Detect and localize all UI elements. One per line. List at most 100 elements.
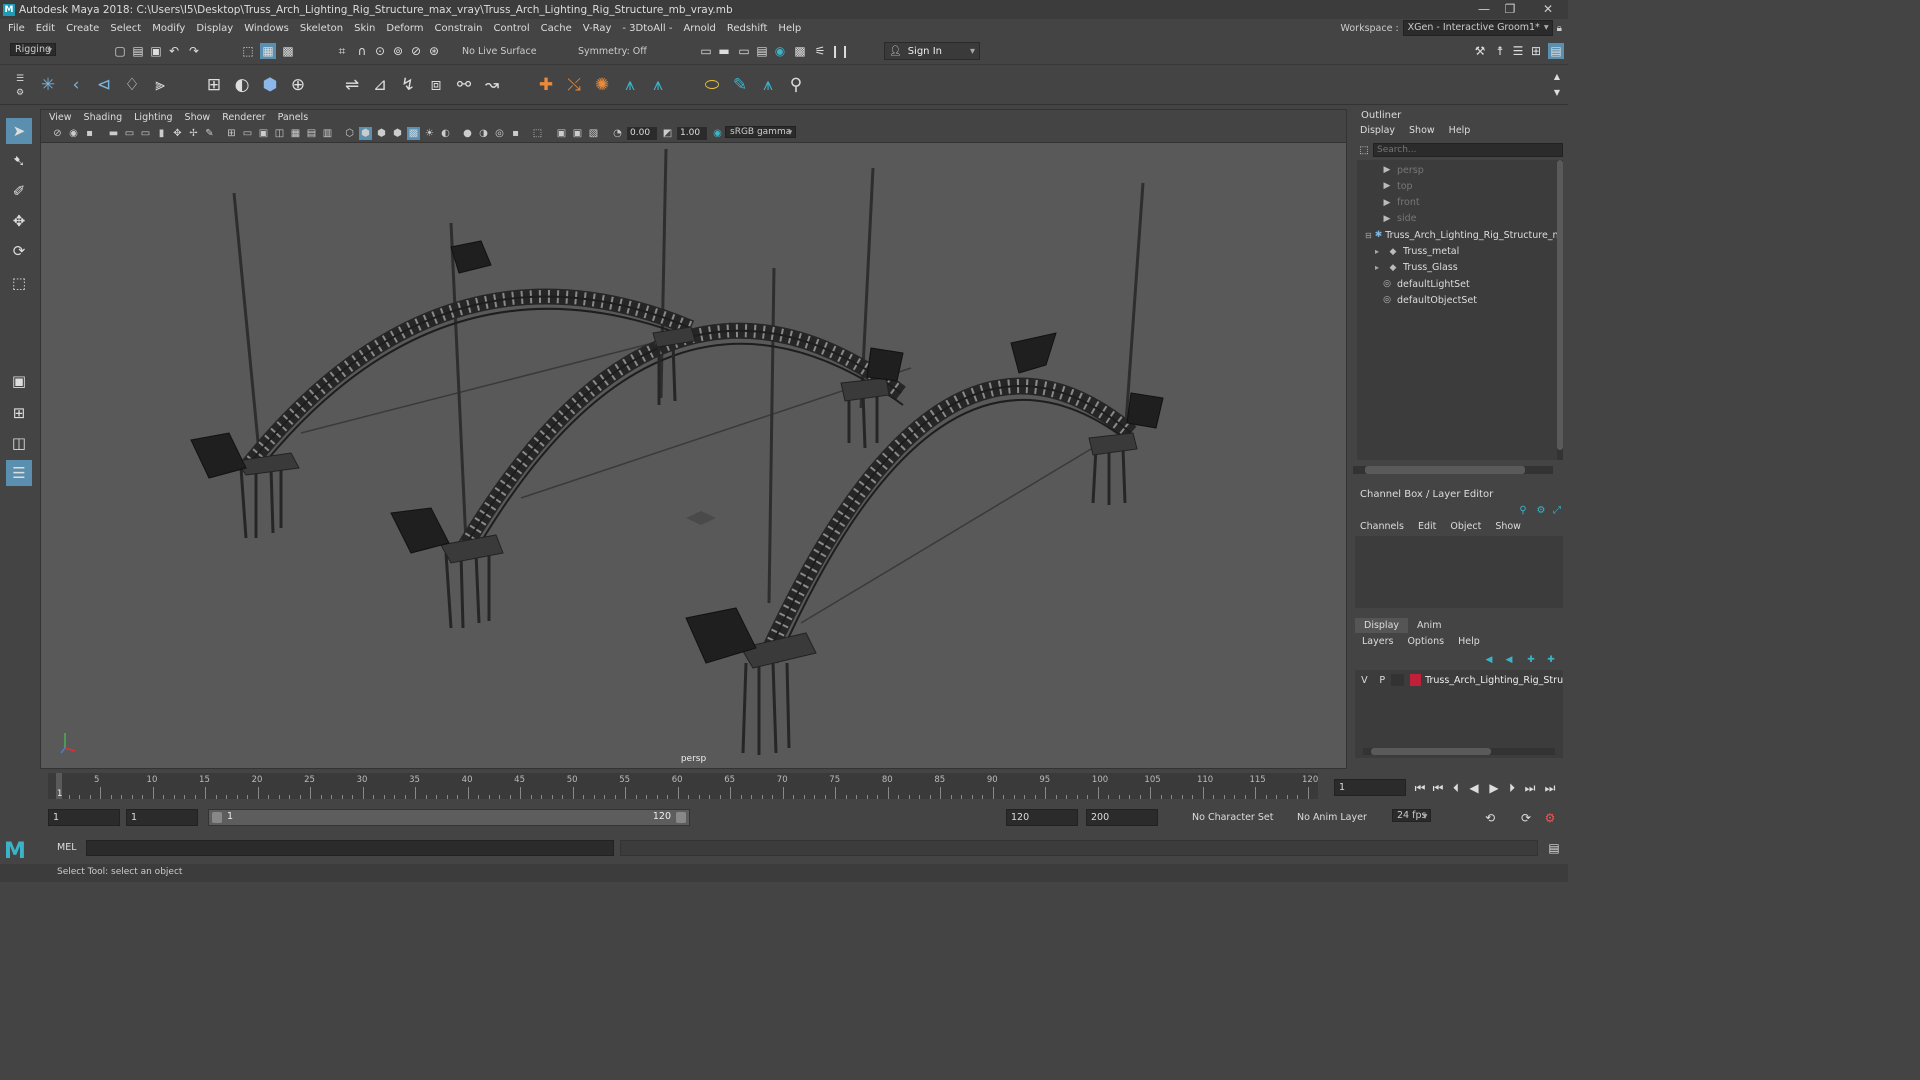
safe-title-icon[interactable]: ▥ bbox=[321, 127, 334, 140]
gamma-field[interactable]: 1.00 bbox=[677, 127, 707, 140]
tool-settings-icon[interactable]: ⊞ bbox=[1528, 43, 1544, 59]
range-start-handle[interactable] bbox=[212, 812, 222, 823]
snap-curve-icon[interactable]: ∩ bbox=[354, 43, 370, 59]
textured-icon[interactable]: ▩ bbox=[407, 127, 420, 140]
menu-3dtoall[interactable]: - 3DtoAll - bbox=[622, 23, 672, 34]
viewport-menu-view[interactable]: View bbox=[49, 112, 72, 123]
viewport-persp[interactable]: View Shading Lighting Show Renderer Panels ⊘ … bbox=[40, 109, 1347, 769]
vray-render-icon[interactable]: ◉ bbox=[772, 43, 788, 59]
depth-of-field-icon[interactable]: ▪ bbox=[509, 127, 522, 140]
exposure-field[interactable]: 0.00 bbox=[627, 127, 657, 140]
scene-view[interactable] bbox=[41, 143, 1346, 768]
menu-v-ray[interactable]: V-Ray bbox=[583, 23, 612, 34]
normal-constraint-icon[interactable]: ⩚ bbox=[756, 73, 780, 97]
menu-constrain[interactable]: Constrain bbox=[435, 23, 483, 34]
menu-file[interactable]: File bbox=[8, 23, 25, 34]
layer-type-toggle[interactable] bbox=[1390, 674, 1404, 686]
outliner-layout-icon[interactable]: ☰ bbox=[6, 460, 32, 486]
select-component-icon[interactable]: ▩ bbox=[280, 43, 296, 59]
close-icon[interactable]: ✕ bbox=[1540, 2, 1556, 16]
expand-toggle-icon[interactable]: ▸ bbox=[1371, 263, 1383, 272]
step-forward-frame-icon[interactable]: ⏵︎ bbox=[1504, 780, 1520, 796]
safe-action-icon[interactable]: ▤ bbox=[305, 127, 318, 140]
gate-mask-icon[interactable]: ◫ bbox=[273, 127, 286, 140]
smooth-shade-icon[interactable]: ⬢ bbox=[359, 127, 372, 140]
bookmark-icon[interactable]: ▪ bbox=[83, 127, 96, 140]
viewport-menu-renderer[interactable]: Renderer bbox=[222, 112, 265, 123]
move-layer-up-icon[interactable]: ◀ bbox=[1481, 652, 1497, 668]
outliner-filter-icon[interactable]: ⬚ bbox=[1356, 143, 1372, 159]
menu-cache[interactable]: Cache bbox=[541, 23, 572, 34]
script-language-toggle[interactable]: MEL bbox=[57, 842, 77, 853]
time-slider[interactable]: 1 5 10 15 20 25 30 35 40 45 50 55 60 65 70 75 80 85 90 95 10… bbox=[40, 771, 1568, 803]
go-to-end-icon[interactable]: ⏭︎ bbox=[1542, 780, 1558, 796]
menu-arnold[interactable]: Arnold bbox=[683, 23, 715, 34]
outliner-item[interactable]: ▶ front bbox=[1357, 195, 1562, 211]
channelbox-menu-channels[interactable]: Channels bbox=[1360, 521, 1404, 532]
render-frame-icon[interactable]: ▭ bbox=[698, 43, 714, 59]
2d-pan-icon[interactable]: ▭ bbox=[123, 127, 136, 140]
joint-tool-icon[interactable]: ✳ bbox=[36, 73, 60, 97]
pole-vector-icon[interactable]: ⬭ bbox=[700, 73, 724, 97]
default-material-icon[interactable]: ⬢ bbox=[375, 127, 388, 140]
symmetry-dropdown[interactable]: Symmetry: Off bbox=[578, 46, 647, 57]
nonlinear-icon[interactable]: ↝ bbox=[480, 73, 504, 97]
character-controls-icon[interactable]: ☨ bbox=[1492, 43, 1508, 59]
orient-constraint-icon[interactable]: ⩚ bbox=[618, 73, 642, 97]
step-back-key-icon[interactable]: ⏮︎ bbox=[1430, 780, 1446, 796]
layer-row[interactable]: V P Truss_Arch_Lighting_Rig_Struct bbox=[1355, 672, 1563, 688]
use-all-lights-icon[interactable]: ☀ bbox=[423, 127, 436, 140]
workspace-dropdown[interactable]: XGen - Interactive Groom1* bbox=[1402, 20, 1553, 36]
menu-redshift[interactable]: Redshift bbox=[727, 23, 768, 34]
menu-select[interactable]: Select bbox=[110, 23, 141, 34]
wire-icon[interactable]: ↯ bbox=[396, 73, 420, 97]
outliner-item[interactable]: ⊟ ✱ Truss_Arch_Lighting_Rig_Structure_nc bbox=[1357, 227, 1562, 243]
color-management-icon[interactable]: ◉ bbox=[711, 127, 724, 140]
select-hierarchy-icon[interactable]: ⬚ bbox=[240, 43, 256, 59]
outliner-item[interactable]: ▶ side bbox=[1357, 211, 1562, 227]
snap-pivot-icon[interactable]: ⊛ bbox=[426, 43, 442, 59]
open-scene-icon[interactable]: ▤ bbox=[130, 43, 146, 59]
modeling-toolkit-icon[interactable]: ⚒ bbox=[1472, 43, 1488, 59]
expand-toggle-icon[interactable]: ⊟ bbox=[1365, 231, 1372, 240]
menu-modify[interactable]: Modify bbox=[152, 23, 185, 34]
pause-icon[interactable]: ❙❙ bbox=[830, 43, 850, 59]
exposure-icon[interactable]: ◔ bbox=[611, 127, 624, 140]
blend-shape-icon[interactable]: ⚯ bbox=[452, 73, 476, 97]
render-settings-icon[interactable]: ▤ bbox=[754, 43, 770, 59]
menu-deform[interactable]: Deform bbox=[386, 23, 423, 34]
outliner-menu-display[interactable]: Display bbox=[1360, 125, 1395, 136]
undo-icon[interactable]: ↶ bbox=[166, 43, 182, 59]
lasso-tool-icon[interactable]: ➷ bbox=[6, 148, 32, 174]
outliner-item[interactable]: ▸ ◆ Truss_Glass bbox=[1357, 260, 1562, 276]
render-sequence-icon[interactable]: ▬ bbox=[716, 43, 732, 59]
channelbox-key-icon[interactable]: ⚲ bbox=[1515, 503, 1531, 519]
ambient-occlusion-icon[interactable]: ● bbox=[461, 127, 474, 140]
script-editor-icon[interactable]: ▤ bbox=[1546, 840, 1562, 856]
hypershade-icon[interactable]: ▩ bbox=[792, 43, 808, 59]
paint-weights-icon[interactable]: ⬢ bbox=[258, 73, 282, 97]
snap-point-icon[interactable]: ⊙ bbox=[372, 43, 388, 59]
viewport-menu-show[interactable]: Show bbox=[185, 112, 211, 123]
shelf-scroll-down-icon[interactable]: ▼ bbox=[1549, 85, 1565, 101]
outliner-vscrollbar[interactable] bbox=[1557, 160, 1563, 460]
two-view-icon[interactable]: ◫ bbox=[6, 430, 32, 456]
channel-box-icon[interactable]: ▤ bbox=[1548, 43, 1564, 59]
playback-end-field[interactable]: 120 bbox=[1006, 809, 1078, 826]
playback-start-field[interactable]: 1 bbox=[126, 809, 198, 826]
render-view-icon[interactable]: ⚟ bbox=[812, 43, 828, 59]
viewport-menu-shading[interactable]: Shading bbox=[84, 112, 123, 123]
menu-create[interactable]: Create bbox=[66, 23, 99, 34]
lock-icon[interactable]: 🔒︎ bbox=[1557, 23, 1562, 34]
isolate-select-icon[interactable]: ⬚ bbox=[531, 127, 544, 140]
layer-menu-help[interactable]: Help bbox=[1458, 636, 1480, 647]
outliner-item[interactable]: ▸ ◆ Truss_metal bbox=[1357, 244, 1562, 260]
wrap-icon[interactable]: ⊿ bbox=[368, 73, 392, 97]
ik-handle-icon[interactable]: ‹ bbox=[64, 73, 88, 97]
cluster-icon[interactable]: ⇌ bbox=[340, 73, 364, 97]
loop-icon[interactable]: ⟲ bbox=[1482, 810, 1498, 826]
menu-help[interactable]: Help bbox=[778, 23, 801, 34]
camera-attributes-icon[interactable]: ⊘ bbox=[51, 127, 64, 140]
wireframe-icon[interactable]: ⬡ bbox=[343, 127, 356, 140]
live-surface-field[interactable]: No Live Surface bbox=[462, 46, 537, 57]
